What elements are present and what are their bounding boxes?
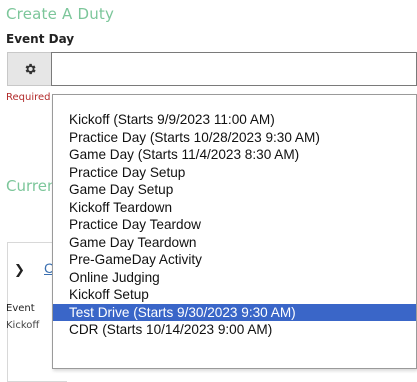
settings-addon-button[interactable] xyxy=(7,52,51,86)
event-day-label: Event Day xyxy=(6,32,75,46)
dropdown-option[interactable]: Game Day (Starts 11/4/2023 8:30 AM) xyxy=(53,146,416,164)
dropdown-option-selected[interactable]: Test Drive (Starts 9/30/2023 9:30 AM) xyxy=(53,303,416,321)
dropdown-option[interactable]: CDR (Starts 10/14/2023 9:00 AM) xyxy=(53,321,416,339)
dropdown-option[interactable]: Kickoff Setup xyxy=(53,286,416,304)
dropdown-option[interactable]: Game Day Setup xyxy=(53,181,416,199)
dropdown-option-blank[interactable] xyxy=(53,95,416,111)
dropdown-option[interactable]: Kickoff Teardown xyxy=(53,199,416,217)
dropdown-option[interactable]: Kickoff (Starts 9/9/2023 11:00 AM) xyxy=(53,111,416,129)
dropdown-option[interactable]: Game Day Teardown xyxy=(53,234,416,252)
event-day-dropdown-list[interactable]: Kickoff (Starts 9/9/2023 11:00 AM) Pract… xyxy=(52,94,417,369)
dropdown-option[interactable]: Pre-GameDay Activity xyxy=(53,251,416,269)
dropdown-option[interactable]: Practice Day (Starts 10/28/2023 9:30 AM) xyxy=(53,129,416,147)
chevron-right-icon[interactable]: ❯ xyxy=(14,263,25,278)
page-title: Create A Duty xyxy=(6,5,115,23)
required-message: Required xyxy=(6,92,51,103)
event-label: Event xyxy=(6,303,35,314)
dropdown-option[interactable]: Practice Day Teardow xyxy=(53,216,416,234)
event-value: Kickoff xyxy=(6,320,40,331)
current-duties-heading: Current xyxy=(6,177,56,195)
gear-icon xyxy=(25,63,36,75)
dropdown-option[interactable]: Practice Day Setup xyxy=(53,164,416,182)
dropdown-option[interactable]: Online Judging xyxy=(53,269,416,287)
event-day-select[interactable] xyxy=(51,52,417,86)
